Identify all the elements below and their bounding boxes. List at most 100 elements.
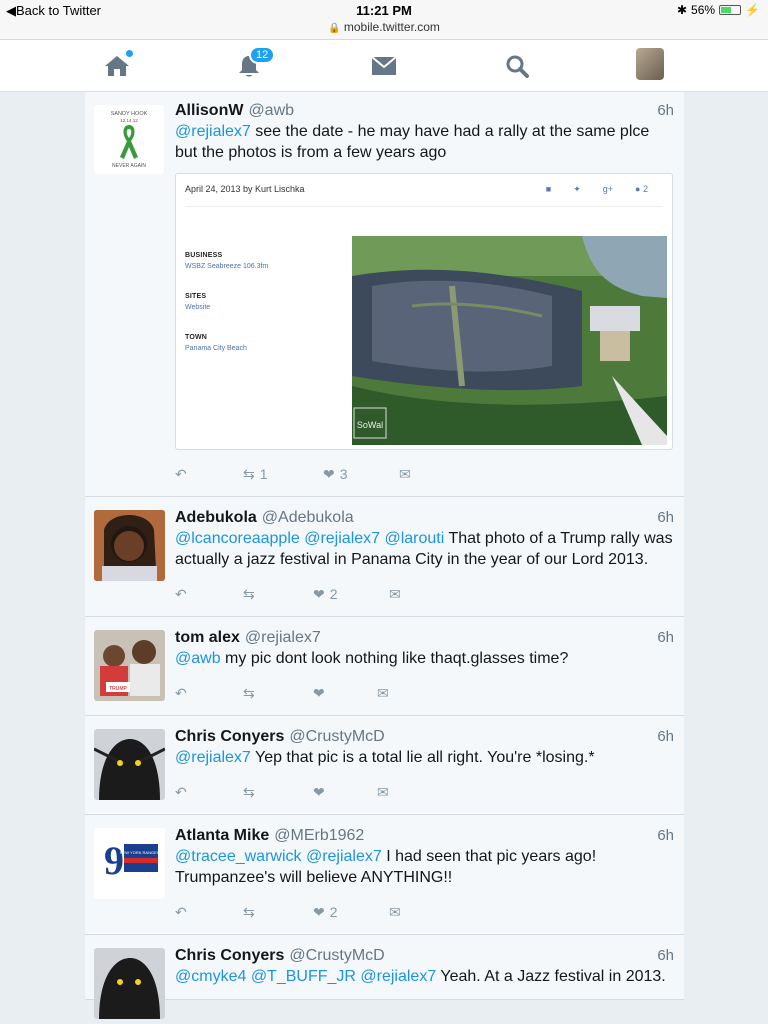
svg-text:NEVER AGAIN: NEVER AGAIN (112, 163, 146, 169)
envelope-icon: ✉ (377, 684, 389, 701)
reply-button[interactable]: ↶ (175, 466, 243, 483)
direct-message-button[interactable]: ✉ (389, 904, 401, 921)
avatar[interactable]: SANDY HOOK 12.14.12 NEVER AGAIN (94, 105, 164, 174)
user-avatar (636, 48, 664, 80)
retweet-button[interactable]: ⇆ (243, 904, 313, 921)
mention-link[interactable]: @rejialex7 (175, 749, 251, 766)
mention-link[interactable]: @awb (175, 650, 221, 667)
mention-links[interactable]: @lcancoreaapple @rejialex7 @larouti (175, 530, 444, 547)
address-bar[interactable]: 🔒 mobile.twitter.com (0, 20, 768, 34)
retweet-icon: ⇆ (243, 903, 255, 920)
google-plus-icon[interactable]: g+ (603, 184, 613, 195)
sites-field: SITES Website (185, 293, 211, 311)
tweet-actions: ↶ ⇆ 1 ❤ 3 ✉ (175, 464, 674, 484)
clock: 11:21 PM (356, 3, 412, 18)
messages-tab[interactable] (370, 52, 398, 80)
profile-photo (94, 948, 165, 1019)
profile-photo (94, 510, 165, 581)
profile-tab[interactable] (636, 48, 664, 80)
comment-count[interactable]: ● 2 (635, 184, 648, 195)
battery-percent: 56% (691, 3, 716, 17)
display-name[interactable]: Chris Conyers (175, 728, 284, 746)
tweet[interactable]: SANDY HOOK 12.14.12 NEVER AGAIN AllisonW… (85, 92, 684, 497)
tweet-actions: ↶ ⇆ ❤ 2 ✉ (175, 584, 674, 604)
display-name[interactable]: tom alex (175, 629, 240, 647)
reply-button[interactable]: ↶ (175, 904, 243, 921)
tweet[interactable]: TRUMP tom alex @rejialex7 6h @awb my pic… (85, 617, 684, 716)
timestamp[interactable]: 6h (657, 102, 674, 119)
user-handle[interactable]: @MErb1962 (274, 827, 364, 845)
mention-link[interactable]: @rejialex7 (175, 123, 251, 140)
display-name[interactable]: Adebukola (175, 509, 257, 527)
direct-message-button[interactable]: ✉ (399, 466, 411, 483)
like-button[interactable]: ❤ (313, 685, 377, 702)
direct-message-button[interactable]: ✉ (377, 784, 389, 801)
link-card[interactable]: April 24, 2013 by Kurt Lischka ■ ✦ g+ ● … (175, 173, 673, 450)
avatar[interactable]: 9 NEW YORK RANGERS (94, 828, 165, 899)
avatar[interactable] (94, 729, 165, 800)
tweet-text: @rejialex7 Yep that pic is a total lie a… (175, 749, 595, 766)
reply-icon: ↶ (175, 465, 187, 482)
url-text: mobile.twitter.com (343, 20, 440, 34)
display-name[interactable]: Chris Conyers (175, 947, 284, 965)
retweet-button[interactable]: ⇆ 1 (243, 466, 323, 483)
avatar[interactable] (94, 948, 165, 1019)
card-byline: April 24, 2013 by Kurt Lischka (185, 184, 305, 194)
timestamp[interactable]: 6h (657, 947, 674, 964)
tweet[interactable]: Chris Conyers @CrustyMcD 6h @rejialex7 Y… (85, 716, 684, 815)
timestamp[interactable]: 6h (657, 728, 674, 745)
tweet[interactable]: Chris Conyers @CrustyMcD 6h @cmyke4 @T_B… (85, 935, 684, 1019)
home-tab[interactable] (103, 50, 133, 80)
profile-photo (94, 729, 165, 800)
tweet-text: @awb my pic dont look nothing like thaqt… (175, 650, 569, 667)
user-handle[interactable]: @Adebukola (262, 509, 354, 527)
avatar[interactable] (94, 510, 165, 581)
svg-text:TRUMP: TRUMP (109, 686, 127, 692)
svg-text:9: 9 (104, 838, 124, 883)
user-handle[interactable]: @CrustyMcD (289, 728, 384, 746)
tweet-text: @lcancoreaapple @rejialex7 @larouti That… (175, 530, 673, 568)
tweet[interactable]: Adebukola @Adebukola 6h @lcancoreaapple … (85, 497, 684, 617)
envelope-icon (371, 56, 397, 75)
direct-message-button[interactable]: ✉ (389, 586, 401, 603)
notifications-tab[interactable]: 12 (235, 46, 276, 80)
profile-photo: TRUMP (94, 630, 165, 701)
svg-text:SANDY HOOK: SANDY HOOK (111, 111, 148, 117)
display-name[interactable]: Atlanta Mike (175, 827, 269, 845)
tweet[interactable]: 9 NEW YORK RANGERS Atlanta Mike @MErb196… (85, 815, 684, 935)
search-tab[interactable] (503, 52, 531, 80)
like-button[interactable]: ❤ 3 (323, 466, 399, 483)
town-field: TOWN Panama City Beach (185, 334, 247, 352)
card-share-row: ■ ✦ g+ ● 2 (546, 184, 648, 195)
facebook-icon[interactable]: ■ (546, 184, 551, 195)
tweet-actions: ↶ ⇆ ❤ ✉ (175, 782, 674, 802)
avatar[interactable]: TRUMP (94, 630, 165, 701)
retweet-button[interactable]: ⇆ (243, 586, 313, 603)
reply-button[interactable]: ↶ (175, 784, 243, 801)
retweet-button[interactable]: ⇆ (243, 685, 313, 702)
like-button[interactable]: ❤ 2 (313, 586, 389, 603)
reply-button[interactable]: ↶ (175, 586, 243, 603)
timestamp[interactable]: 6h (657, 629, 674, 646)
display-name[interactable]: AllisonW (175, 102, 243, 120)
direct-message-button[interactable]: ✉ (377, 685, 389, 702)
user-handle[interactable]: @awb (248, 102, 294, 120)
rangers-logo: 9 NEW YORK RANGERS (94, 828, 165, 899)
user-handle[interactable]: @rejialex7 (245, 629, 321, 647)
mention-links[interactable]: @cmyke4 @T_BUFF_JR @rejialex7 (175, 968, 436, 985)
battery-icon (719, 5, 742, 15)
mention-links[interactable]: @tracee_warwick @rejialex7 (175, 848, 382, 865)
festival-aerial-photo[interactable]: SoWal (352, 236, 667, 445)
like-button[interactable]: ❤ 2 (313, 904, 389, 921)
retweet-button[interactable]: ⇆ (243, 784, 313, 801)
reply-button[interactable]: ↶ (175, 685, 243, 702)
user-handle[interactable]: @CrustyMcD (289, 947, 384, 965)
timestamp[interactable]: 6h (657, 509, 674, 526)
retweet-icon: ⇆ (243, 585, 255, 602)
timestamp[interactable]: 6h (657, 827, 674, 844)
retweet-icon: ⇆ (243, 783, 255, 800)
twitter-nav-bar: 12 (0, 40, 768, 92)
speech-bubble-icon: ● (635, 184, 641, 194)
twitter-bird-icon[interactable]: ✦ (573, 184, 581, 195)
like-button[interactable]: ❤ (313, 784, 377, 801)
